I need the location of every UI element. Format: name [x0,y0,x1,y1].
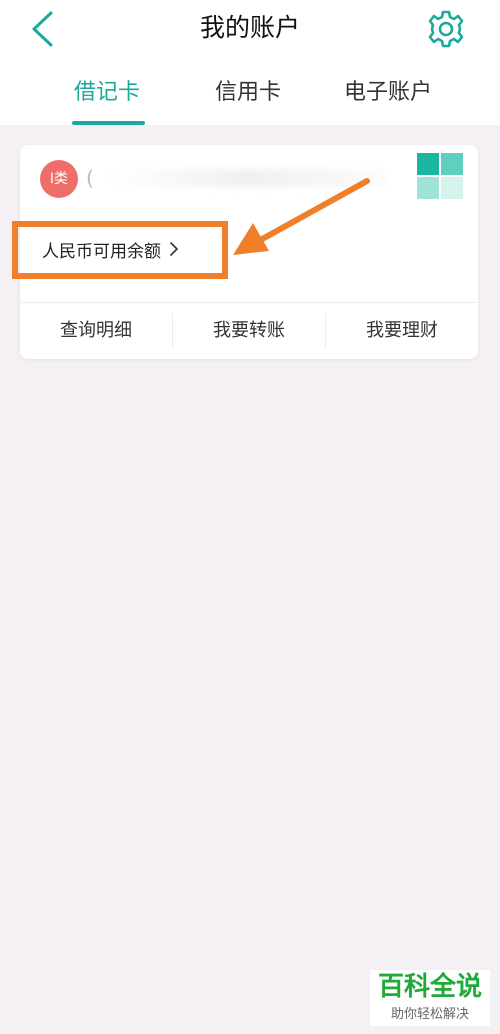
account-tabs: 借记卡 信用卡 电子账户 [0,70,500,125]
account-class-badge: I类 [40,160,78,198]
view-details-button[interactable]: 查询明细 [20,303,172,359]
card-actions: 查询明细 我要转账 我要理财 [20,303,478,359]
active-tab-indicator [72,121,145,125]
watermark-title: 百科全说 [377,972,482,1002]
tab-credit-card[interactable]: 信用卡 [215,76,281,110]
tab-electronic-account[interactable]: 电子账户 [344,76,432,110]
watermark-subtitle: 助你轻松解决 [390,1007,469,1022]
settings-button[interactable] [424,7,468,51]
gear-icon [428,10,464,48]
bank-logo [417,153,463,199]
watermark: 百科全说 助你轻松解决 [370,970,490,1026]
wealth-management-button[interactable]: 我要理财 [326,303,478,359]
account-number-glyph: ( [86,166,94,190]
annotation-arrow [233,178,370,255]
top-bar: 我的账户 借记卡 信用卡 电子账户 [0,0,500,125]
tab-debit-card[interactable]: 借记卡 [74,76,140,110]
transfer-button[interactable]: 我要转账 [173,303,325,359]
annotation-highlight-box [12,221,228,279]
